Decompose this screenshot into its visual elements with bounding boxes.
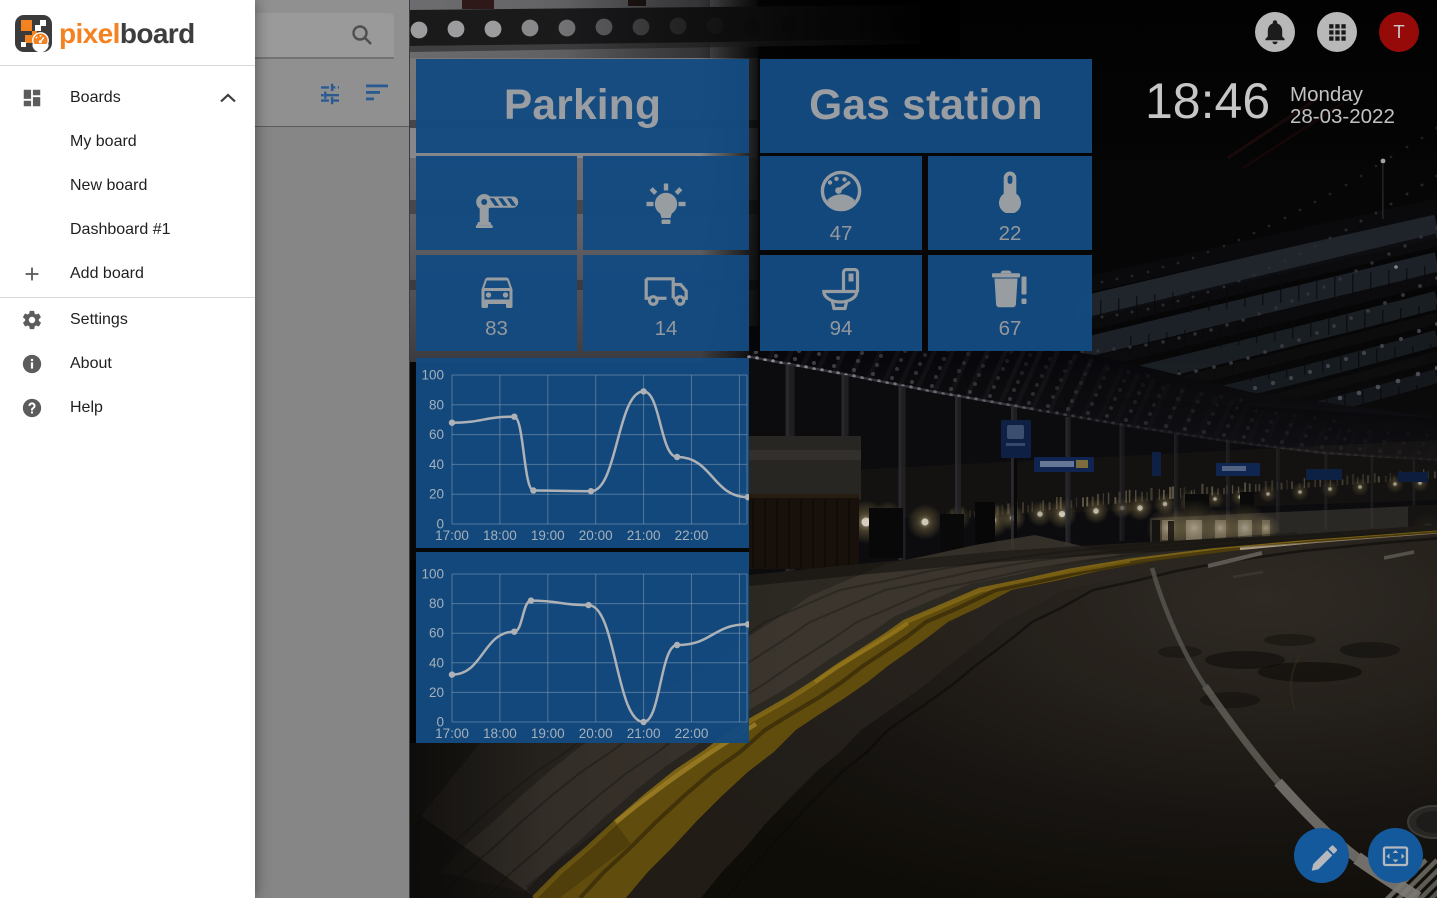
svg-text:100: 100 — [421, 567, 444, 582]
svg-text:22:00: 22:00 — [675, 528, 709, 543]
svg-text:17:00: 17:00 — [435, 726, 469, 741]
svg-text:20:00: 20:00 — [579, 528, 613, 543]
svg-text:20: 20 — [429, 487, 444, 502]
svg-text:40: 40 — [429, 457, 444, 472]
svg-text:60: 60 — [429, 626, 444, 641]
svg-text:19:00: 19:00 — [531, 528, 565, 543]
svg-text:18:00: 18:00 — [483, 528, 517, 543]
svg-text:80: 80 — [429, 397, 444, 412]
svg-text:20:00: 20:00 — [579, 726, 613, 741]
svg-text:60: 60 — [429, 427, 444, 442]
svg-text:20: 20 — [429, 685, 444, 700]
svg-text:18:00: 18:00 — [483, 726, 517, 741]
svg-text:80: 80 — [429, 596, 444, 611]
svg-text:17:00: 17:00 — [435, 528, 469, 543]
svg-text:19:00: 19:00 — [531, 726, 565, 741]
svg-text:21:00: 21:00 — [627, 726, 661, 741]
svg-text:100: 100 — [421, 368, 444, 383]
svg-text:40: 40 — [429, 655, 444, 670]
svg-text:22:00: 22:00 — [675, 726, 709, 741]
svg-text:21:00: 21:00 — [627, 528, 661, 543]
